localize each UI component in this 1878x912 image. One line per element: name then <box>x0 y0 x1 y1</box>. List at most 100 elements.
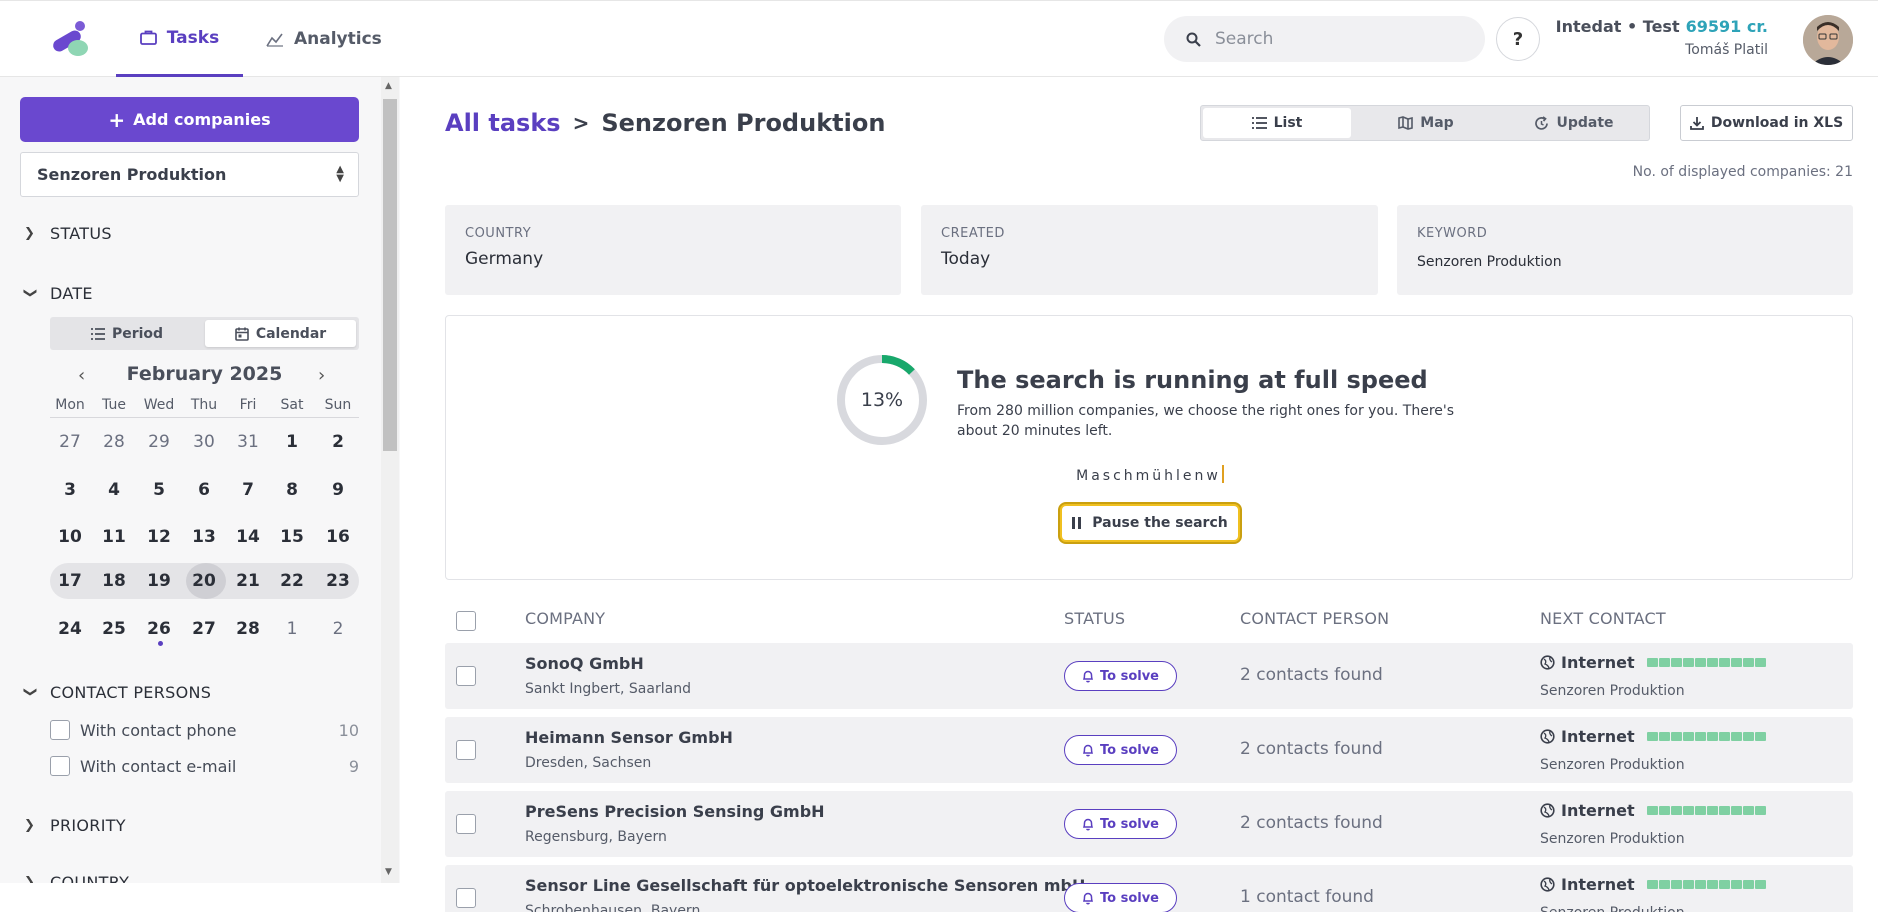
calendar-day[interactable]: 2 <box>316 424 360 460</box>
status-badge[interactable]: To solve <box>1064 809 1177 839</box>
calendar-day[interactable]: 23 <box>316 563 360 599</box>
add-companies-button[interactable]: + Add companies <box>20 97 359 142</box>
view-list[interactable]: List <box>1203 108 1351 138</box>
company-name[interactable]: PreSens Precision Sensing GmbH <box>525 802 825 821</box>
download-xls-button[interactable]: Download in XLS <box>1680 105 1853 141</box>
filter-contact-persons[interactable]: ❯ CONTACT PERSONS <box>23 683 211 702</box>
calendar-day[interactable]: 13 <box>182 519 226 555</box>
filter-date[interactable]: ❯ DATE <box>23 284 93 303</box>
view-map-label: Map <box>1420 115 1454 131</box>
task-select[interactable]: Senzoren Produktion ▲ ▼ <box>20 152 359 197</box>
calendar-day[interactable]: 27 <box>182 611 226 647</box>
calendar-day[interactable]: 15 <box>270 519 314 555</box>
calendar-day[interactable]: 20 <box>182 563 226 599</box>
scrollbar-thumb[interactable] <box>383 99 397 451</box>
calendar-day[interactable]: 27 <box>48 424 92 460</box>
search-box[interactable] <box>1164 16 1485 62</box>
calendar-day[interactable]: 3 <box>48 472 92 508</box>
company-name[interactable]: Heimann Sensor GmbH <box>525 728 733 747</box>
calendar-weekday: Wed <box>143 397 175 413</box>
breadcrumb-all-tasks[interactable]: All tasks <box>445 109 561 137</box>
account-info[interactable]: Intedat • Test 69591 cr. Tomáš Platil <box>1556 17 1768 58</box>
calendar-day[interactable]: 14 <box>226 519 270 555</box>
calendar-day[interactable]: 7 <box>226 472 270 508</box>
row-checkbox[interactable] <box>456 888 476 908</box>
tab-analytics[interactable]: Analytics <box>266 1 386 77</box>
tab-tasks[interactable]: Tasks <box>116 1 243 77</box>
calendar-day[interactable]: 11 <box>92 519 136 555</box>
row-checkbox[interactable] <box>456 740 476 760</box>
calendar-day[interactable]: 18 <box>92 563 136 599</box>
search-input[interactable] <box>1215 29 1455 49</box>
calendar-day[interactable]: 6 <box>182 472 226 508</box>
filter-priority[interactable]: ❯ PRIORITY <box>24 816 126 835</box>
view-update[interactable]: Update <box>1500 108 1648 138</box>
column-status[interactable]: STATUS <box>1064 609 1125 628</box>
filter-contact-email[interactable]: With contact e-mail 9 <box>50 756 359 776</box>
calendar-day[interactable]: 25 <box>92 611 136 647</box>
date-mode-calendar[interactable]: Calendar <box>205 320 356 347</box>
calendar-day[interactable]: 19 <box>137 563 181 599</box>
filter-status[interactable]: ❯ STATUS <box>24 224 112 243</box>
row-checkbox[interactable] <box>456 814 476 834</box>
column-company[interactable]: COMPANY <box>525 609 605 628</box>
pause-search-button[interactable]: Pause the search <box>1060 504 1240 542</box>
calendar-day[interactable]: 12 <box>137 519 181 555</box>
date-mode-period[interactable]: Period <box>53 320 201 347</box>
avatar[interactable] <box>1803 15 1853 65</box>
calendar-day[interactable]: 5 <box>137 472 181 508</box>
status-badge[interactable]: To solve <box>1064 883 1177 912</box>
status-badge[interactable]: To solve <box>1064 735 1177 765</box>
calendar-day[interactable]: 16 <box>316 519 360 555</box>
calendar-day[interactable]: 8 <box>270 472 314 508</box>
sidebar-scrollbar[interactable]: ▲ ▼ <box>381 77 399 883</box>
app-logo-icon[interactable] <box>48 21 98 59</box>
calendar-day[interactable]: 4 <box>92 472 136 508</box>
checkbox[interactable] <box>50 720 70 740</box>
calendar-day[interactable]: 28 <box>226 611 270 647</box>
scroll-down-icon[interactable]: ▼ <box>385 867 392 877</box>
calendar-day[interactable]: 1 <box>270 424 314 460</box>
calendar-next-icon[interactable]: › <box>318 365 325 386</box>
table-row[interactable]: Sensor Line Gesellschaft für optoelektro… <box>445 865 1853 912</box>
view-map[interactable]: Map <box>1352 108 1500 138</box>
contacts-found: 2 contacts found <box>1240 665 1383 685</box>
column-next-contact[interactable]: NEXT CONTACT <box>1540 609 1666 628</box>
help-button[interactable]: ? <box>1496 17 1540 61</box>
table-row[interactable]: SonoQ GmbH Sankt Ingbert, Saarland To solv… <box>445 643 1853 709</box>
filter-country[interactable]: ❯ COUNTRY <box>24 873 129 883</box>
calendar-day[interactable]: 31 <box>226 424 270 460</box>
calendar-day[interactable]: 10 <box>48 519 92 555</box>
calendar-day[interactable]: 9 <box>316 472 360 508</box>
progress-description: From 280 million companies, we choose th… <box>957 403 1455 439</box>
company-name[interactable]: SonoQ GmbH <box>525 654 644 673</box>
table-row[interactable]: PreSens Precision Sensing GmbH Regensburg… <box>445 791 1853 857</box>
row-checkbox[interactable] <box>456 666 476 686</box>
calendar-day[interactable]: 2 <box>316 611 360 647</box>
calendar-day[interactable]: 17 <box>48 563 92 599</box>
info-value: Senzoren Produktion <box>1417 254 1562 270</box>
score-segment <box>1694 806 1706 815</box>
calendar-day[interactable]: 22 <box>270 563 314 599</box>
table-row[interactable]: Heimann Sensor GmbH Dresden, Sachsen To so… <box>445 717 1853 783</box>
calendar-day[interactable]: 29 <box>137 424 181 460</box>
info-value: Today <box>941 249 991 269</box>
company-name[interactable]: Sensor Line Gesellschaft für optoelektro… <box>525 876 1085 895</box>
checkbox[interactable] <box>50 756 70 776</box>
calendar-day[interactable]: 21 <box>226 563 270 599</box>
org-name: Intedat • Test <box>1555 17 1680 36</box>
filter-contact-phone[interactable]: With contact phone 10 <box>50 720 359 740</box>
score-segment <box>1706 658 1718 667</box>
calendar-day[interactable]: 30 <box>182 424 226 460</box>
event-dot-icon <box>158 641 163 646</box>
column-contact-person[interactable]: CONTACT PERSON <box>1240 609 1389 628</box>
calendar-day[interactable]: 1 <box>270 611 314 647</box>
score-segment <box>1658 806 1670 815</box>
calendar-day[interactable]: 28 <box>92 424 136 460</box>
status-badge[interactable]: To solve <box>1064 661 1177 691</box>
scroll-up-icon[interactable]: ▲ <box>385 81 392 91</box>
view-list-label: List <box>1273 115 1303 131</box>
select-all-checkbox[interactable] <box>456 611 476 631</box>
score-segment <box>1706 732 1718 741</box>
calendar-day[interactable]: 24 <box>48 611 92 647</box>
